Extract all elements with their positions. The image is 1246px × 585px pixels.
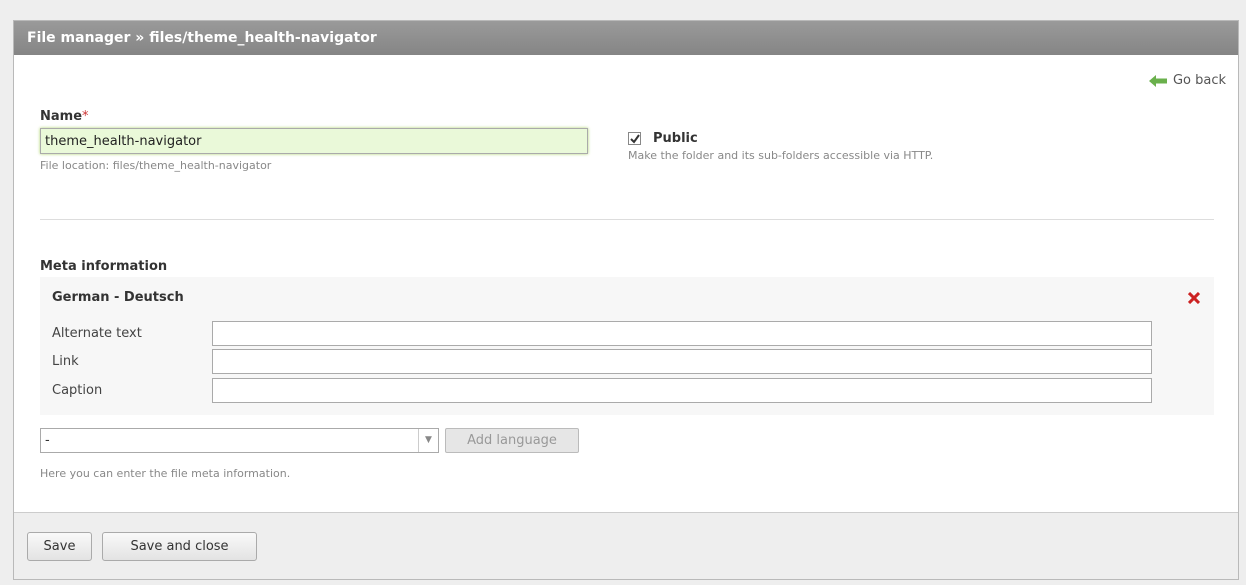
go-back-label: Go back (1172, 73, 1226, 88)
language-select[interactable]: - ▼ (40, 428, 439, 453)
add-language-button[interactable]: Add language (445, 428, 579, 453)
panel-header: File manager » files/theme_health-naviga… (14, 21, 1238, 55)
checkmark-icon (629, 133, 640, 144)
link-input[interactable] (212, 349, 1152, 374)
field-row-link: Link (52, 349, 1152, 374)
field-row-caption: Caption (52, 378, 1152, 403)
page-title: File manager » files/theme_health-naviga… (27, 30, 377, 46)
field-row-alternate-text: Alternate text (52, 321, 1152, 346)
public-hint: Make the folder and its sub-folders acce… (628, 149, 934, 162)
go-back-link[interactable]: Go back (1148, 73, 1226, 88)
save-button[interactable]: Save (27, 532, 92, 561)
caption-input[interactable] (212, 378, 1152, 403)
public-field-group: Public Make the folder and its sub-folde… (628, 131, 933, 162)
meta-section-title: Meta information (40, 259, 168, 274)
alternate-text-label: Alternate text (52, 326, 142, 341)
arrow-left-icon (1148, 74, 1167, 87)
file-manager-panel: File manager » files/theme_health-naviga… (13, 20, 1239, 580)
public-label: Public (653, 131, 698, 146)
alternate-text-input[interactable] (212, 321, 1152, 346)
link-label: Link (52, 354, 79, 369)
name-field-group: Name* File location: files/theme_health-… (40, 109, 588, 172)
footer-bar: Save Save and close (14, 512, 1238, 579)
caption-label: Caption (52, 383, 103, 398)
file-location-hint: File location: files/theme_health-naviga… (40, 159, 272, 172)
chevron-down-icon: ▼ (418, 429, 438, 452)
public-checkbox[interactable] (628, 132, 641, 145)
divider (40, 219, 1214, 220)
meta-hint: Here you can enter the file meta informa… (40, 467, 291, 480)
language-select-value: - (45, 433, 50, 448)
language-title: German - Deutsch (52, 290, 184, 305)
save-and-close-button[interactable]: Save and close (102, 532, 257, 561)
remove-language-icon[interactable] (1188, 292, 1200, 304)
meta-language-box: German - Deutsch Alternate text Link Cap… (40, 277, 1214, 415)
required-mark: * (82, 109, 89, 124)
name-label: Name* (40, 109, 89, 124)
name-input[interactable] (40, 128, 588, 154)
